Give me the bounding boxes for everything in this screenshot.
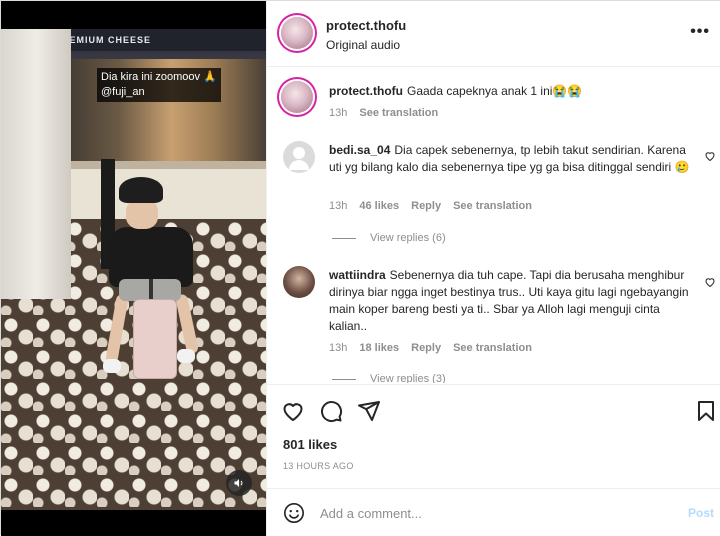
emoji-icon[interactable] xyxy=(283,502,305,524)
see-translation-link[interactable]: See translation xyxy=(359,107,438,119)
comment-input[interactable]: Add a comment... xyxy=(320,506,422,521)
post-actions: 801 likes 13 HOURS AGO xyxy=(267,384,720,488)
caption-avatar[interactable] xyxy=(281,81,313,113)
volume-button[interactable] xyxy=(226,470,252,496)
avatar[interactable] xyxy=(283,266,315,298)
share-icon[interactable] xyxy=(357,399,381,423)
see-translation-link[interactable]: See translation xyxy=(453,342,532,354)
more-icon[interactable]: ••• xyxy=(690,23,710,41)
view-replies-button[interactable]: View replies (6) xyxy=(332,232,446,244)
suitcase xyxy=(133,299,177,379)
pillar xyxy=(1,29,71,299)
person xyxy=(109,227,193,287)
view-replies-button[interactable]: View replies (3) xyxy=(332,373,446,383)
video-caption-overlay: Dia kira ini zoomoov 🙏 @fuji_an xyxy=(97,68,221,102)
comment-like-icon[interactable] xyxy=(704,276,716,288)
heart-icon[interactable] xyxy=(281,399,305,423)
caption-text: protect.thofu Gaada capeknya anak 1 ini😭😭 xyxy=(329,84,583,98)
caption-line-2: @fuji_an xyxy=(101,86,145,98)
header-username[interactable]: protect.thofu xyxy=(326,18,406,33)
volume-icon xyxy=(234,479,243,487)
caption-meta: 13h See translation xyxy=(329,107,439,119)
comment-likes[interactable]: 46 likes xyxy=(359,200,399,212)
comments-list: protect.thofu Gaada capeknya anak 1 ini😭😭… xyxy=(267,68,720,383)
audio-label[interactable]: Original audio xyxy=(326,38,400,52)
post-timestamp: 13 HOURS AGO xyxy=(283,461,354,471)
see-translation-link[interactable]: See translation xyxy=(453,200,532,212)
mall-sign: PREMIUM CHEESE xyxy=(51,29,266,51)
reply-button[interactable]: Reply xyxy=(411,342,441,354)
avatar[interactable] xyxy=(281,17,313,49)
post-video[interactable]: PREMIUM CHEESE Dia kira ini zoomoov 🙏 @f… xyxy=(1,1,266,536)
comment-text: bedi.sa_04 Dia capek sebenernya, tp lebih… xyxy=(329,143,690,174)
comment-icon[interactable] xyxy=(319,399,343,423)
reply-button[interactable]: Reply xyxy=(411,200,441,212)
comment-username[interactable]: wattiindra xyxy=(329,268,386,282)
comment-like-icon[interactable] xyxy=(704,150,716,162)
comment-likes[interactable]: 18 likes xyxy=(359,342,399,354)
add-comment-bar: Add a comment... Post xyxy=(267,488,720,536)
comment-meta: 13h 46 likes Reply See translation xyxy=(329,200,532,212)
avatar[interactable] xyxy=(283,141,315,173)
post-details-panel: protect.thofu Original audio ••• protect… xyxy=(266,1,720,536)
bookmark-icon[interactable] xyxy=(694,399,718,423)
likes-count[interactable]: 801 likes xyxy=(283,437,337,452)
caption-line-1: Dia kira ini zoomoov 🙏 xyxy=(101,71,217,83)
instagram-post-window: PREMIUM CHEESE Dia kira ini zoomoov 🙏 @f… xyxy=(0,0,720,536)
post-button[interactable]: Post xyxy=(688,506,714,520)
comment-username[interactable]: bedi.sa_04 xyxy=(329,143,390,157)
post-header: protect.thofu Original audio ••• xyxy=(267,1,720,67)
caption-username[interactable]: protect.thofu xyxy=(329,84,403,98)
comment-text: wattiindra Sebenernya dia tuh cape. Tapi … xyxy=(329,268,689,333)
comment-meta: 13h 18 likes Reply See translation xyxy=(329,342,532,354)
bucket-hat xyxy=(119,177,163,203)
